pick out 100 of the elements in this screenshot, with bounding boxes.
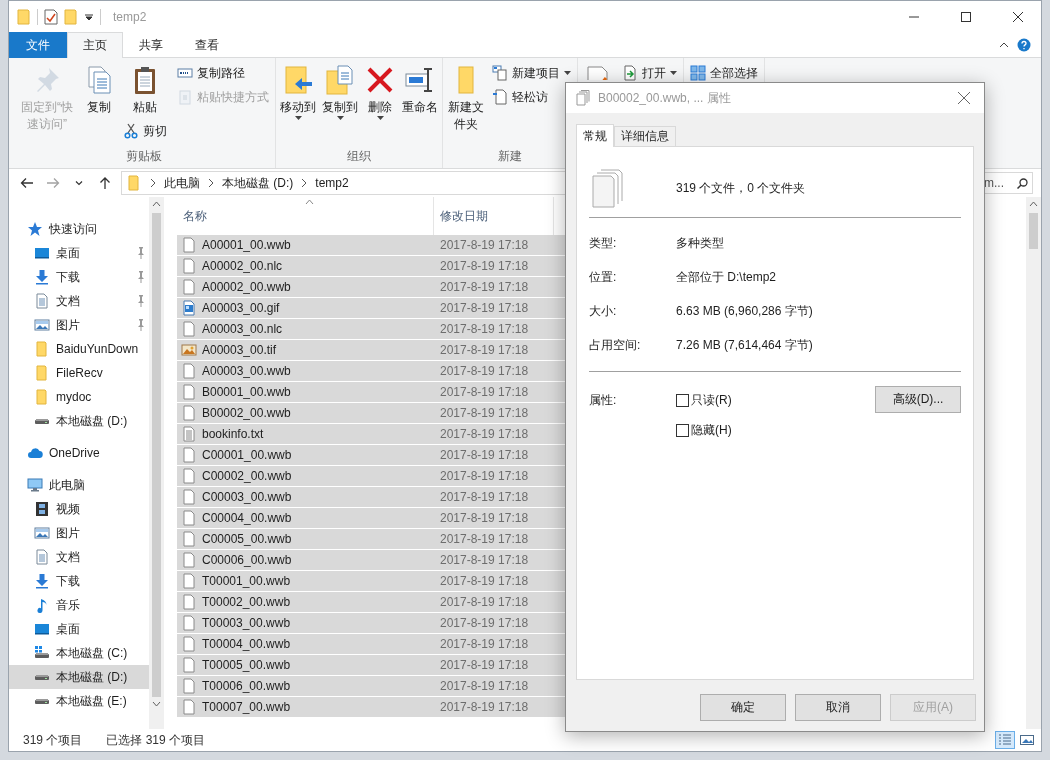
scrollbar[interactable]	[149, 197, 164, 729]
dialog-button[interactable]: 取消	[795, 694, 881, 721]
ribbon-button[interactable]: 全部选择	[686, 62, 762, 84]
page-icon	[492, 89, 508, 105]
modified-date: 2017-8-19 17:18	[439, 385, 530, 399]
folder-arrow-icon	[282, 64, 314, 96]
nav-tree-item[interactable]: OneDrive	[9, 441, 149, 465]
caret-down-icon[interactable]	[84, 11, 94, 22]
breadcrumb[interactable]: temp2	[315, 176, 349, 190]
caret-icon	[376, 116, 384, 120]
breadcrumb[interactable]: 本地磁盘 (D:)	[222, 174, 294, 192]
window-title: temp2	[113, 9, 148, 24]
file-name: bookinfo.txt	[202, 427, 264, 441]
scrollbar-thumb[interactable]	[152, 213, 161, 697]
nav-tree-item[interactable]: 文档	[9, 545, 149, 569]
stacked-windows-icon	[492, 65, 508, 81]
down-arrow-icon	[34, 573, 50, 589]
nav-tree-item[interactable]: 音乐	[9, 593, 149, 617]
computer-icon	[27, 477, 43, 493]
chevron-up-icon[interactable]	[999, 41, 1009, 48]
ribbon-button[interactable]: 删除	[362, 62, 398, 122]
nav-tree-item[interactable]: 本地磁盘 (D:)	[9, 409, 149, 433]
ribbon-button[interactable]: 新建文件夹	[445, 62, 486, 135]
blank-file-icon	[181, 636, 197, 652]
blank-file-icon	[181, 363, 197, 379]
ribbon-button[interactable]: 轻松访	[488, 86, 575, 108]
scrollbar-thumb[interactable]	[1029, 213, 1038, 249]
dialog-button[interactable]: 确定	[700, 694, 786, 721]
property-label: 类型:	[589, 234, 618, 252]
ribbon-tab[interactable]: 查看	[179, 32, 235, 58]
modified-date: 2017-8-19 17:18	[439, 238, 530, 252]
nav-tree-item[interactable]: 此电脑	[9, 473, 149, 497]
ribbon-tab[interactable]: 共享	[123, 32, 179, 58]
nav-tree-item[interactable]: 本地磁盘 (D:)	[9, 665, 149, 689]
page-arrow-icon	[622, 65, 638, 81]
modified-date: 2017-8-19 17:18	[439, 301, 530, 315]
file-name: A00003_00.nlc	[202, 322, 283, 336]
back-arrow-icon[interactable]	[19, 175, 35, 191]
ribbon-button[interactable]: 重命名	[400, 62, 440, 118]
ribbon-button[interactable]: 复制路径	[173, 62, 273, 84]
ribbon-button[interactable]: 复制到	[320, 62, 360, 122]
ribbon-button[interactable]: 新建项目	[488, 62, 575, 84]
chevron-right-icon[interactable]	[208, 179, 214, 187]
nav-tree-item[interactable]: BaiduYunDown	[9, 337, 149, 361]
nav-tree-item[interactable]: 桌面	[9, 617, 149, 641]
ribbon-button[interactable]: 复制	[81, 62, 117, 118]
folder-icon	[34, 389, 50, 405]
monitor-icon	[34, 245, 50, 261]
pages-icon	[576, 90, 590, 106]
chevron-right-icon[interactable]	[301, 179, 308, 187]
nav-tree-item[interactable]: 文档	[9, 289, 149, 313]
close-icon[interactable]	[958, 92, 970, 104]
nav-tree-item[interactable]: 桌面	[9, 241, 149, 265]
drive-icon	[34, 417, 50, 425]
dialog-tab[interactable]: 常规	[576, 124, 614, 147]
nav-tree-item[interactable]: 图片	[9, 521, 149, 545]
advanced-button[interactable]: 高级(D)...	[875, 386, 961, 413]
scrollbar[interactable]	[1026, 197, 1041, 729]
nav-tree-item[interactable]: 视频	[9, 497, 149, 521]
folder-icon	[126, 175, 142, 191]
nav-tree-item[interactable]: 图片	[9, 313, 149, 337]
ribbon-button[interactable]: 打开	[618, 62, 681, 84]
ribbon-button[interactable]: 剪切	[119, 120, 171, 142]
help-icon[interactable]	[1017, 37, 1031, 52]
file-name: C00003_00.wwb	[202, 490, 292, 504]
chevron-right-icon[interactable]	[150, 179, 156, 187]
ribbon-tab[interactable]: 主页	[67, 32, 123, 58]
file-name: A00003_00.wwb	[202, 364, 291, 378]
column-header[interactable]: 修改日期	[440, 207, 488, 225]
modified-date: 2017-8-19 17:18	[439, 700, 530, 714]
nav-tree-item[interactable]: 本地磁盘 (E:)	[9, 689, 149, 713]
blank-file-icon	[181, 594, 197, 610]
breadcrumb[interactable]: 此电脑	[164, 174, 200, 192]
modified-date: 2017-8-19 17:18	[439, 343, 530, 357]
close-icon[interactable]	[1013, 11, 1023, 22]
blank-file-icon	[181, 384, 197, 400]
caret-icon	[564, 71, 571, 75]
monitor-icon	[34, 621, 50, 637]
ribbon-button[interactable]: 粘贴	[119, 62, 171, 118]
blank-file-icon	[181, 678, 197, 694]
blank-file-icon	[181, 405, 197, 421]
checked-page-icon[interactable]	[44, 8, 58, 25]
nav-tree-item[interactable]: mydoc	[9, 385, 149, 409]
ribbon-tab[interactable]: 文件	[9, 32, 67, 58]
nav-tree-item[interactable]: 本地磁盘 (C:)	[9, 641, 149, 665]
nav-tree-item[interactable]: FileRecv	[9, 361, 149, 385]
caret-icon	[670, 71, 677, 75]
dialog-tab[interactable]: 详细信息	[614, 126, 676, 146]
ribbon-button[interactable]: 移动到	[278, 62, 318, 122]
column-header[interactable]: 名称	[183, 207, 207, 225]
file-name: A00003_00.tif	[202, 343, 277, 357]
photo-file-icon	[181, 342, 197, 358]
maximize-icon[interactable]	[961, 11, 971, 22]
nav-tree-item[interactable]: 下载	[9, 265, 149, 289]
star-icon	[27, 221, 43, 237]
image-file-icon	[181, 300, 197, 316]
nav-tree-item[interactable]: 快速访问	[9, 217, 149, 241]
picture-view-icon[interactable]	[1020, 734, 1034, 746]
modified-date: 2017-8-19 17:18	[439, 637, 530, 651]
nav-tree-item[interactable]: 下载	[9, 569, 149, 593]
